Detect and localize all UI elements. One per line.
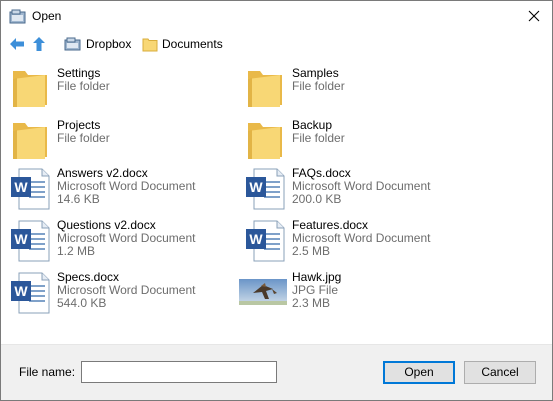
word-document-icon: W bbox=[9, 165, 53, 213]
item-size: 14.6 KB bbox=[57, 192, 100, 206]
dropbox-location-icon bbox=[64, 37, 81, 51]
close-icon[interactable] bbox=[524, 6, 544, 26]
list-item[interactable]: Hawk.jpg JPG File 2.3 MB bbox=[239, 269, 469, 319]
list-item[interactable]: W Answers v2.docx Microsoft Word Documen… bbox=[9, 165, 239, 215]
list-item[interactable]: Projects File folder bbox=[9, 117, 239, 167]
item-size: 544.0 KB bbox=[57, 296, 107, 310]
item-size: 2.3 MB bbox=[292, 296, 331, 310]
list-item[interactable]: W Specs.docx Microsoft Word Document 544… bbox=[9, 269, 239, 319]
breadcrumb-item-dropbox[interactable]: Dropbox bbox=[64, 35, 131, 53]
folder-icon bbox=[244, 65, 288, 113]
item-type: File folder bbox=[292, 79, 345, 93]
breadcrumb: Dropbox Documents bbox=[1, 33, 552, 55]
list-item[interactable]: Backup File folder bbox=[244, 117, 474, 167]
svg-text:W: W bbox=[249, 231, 263, 247]
word-document-icon: W bbox=[9, 269, 53, 317]
cancel-button[interactable]: Cancel bbox=[464, 361, 536, 384]
svg-text:W: W bbox=[14, 179, 28, 195]
item-type: File folder bbox=[57, 131, 110, 145]
folder-icon bbox=[9, 117, 53, 165]
list-item[interactable]: W FAQs.docx Microsoft Word Document 200.… bbox=[244, 165, 474, 215]
word-document-icon: W bbox=[244, 217, 288, 265]
breadcrumb-label: Dropbox bbox=[86, 37, 132, 51]
svg-text:W: W bbox=[14, 231, 28, 247]
item-type: File folder bbox=[57, 79, 110, 93]
svg-text:W: W bbox=[14, 283, 28, 299]
svg-text:W: W bbox=[249, 179, 263, 195]
image-thumbnail-icon bbox=[239, 269, 289, 317]
word-document-icon: W bbox=[9, 217, 53, 265]
breadcrumb-label: Documents bbox=[162, 37, 223, 51]
open-button[interactable]: Open bbox=[383, 361, 455, 384]
list-item[interactable]: W Questions v2.docx Microsoft Word Docum… bbox=[9, 217, 239, 267]
open-dialog: Open Dropbox Documents Settings File fol… bbox=[0, 0, 553, 401]
title-bar: Open bbox=[1, 1, 552, 31]
folder-icon bbox=[244, 117, 288, 165]
file-name-input[interactable] bbox=[81, 361, 277, 383]
file-name-label: File name: bbox=[19, 365, 76, 379]
item-type: File folder bbox=[292, 131, 345, 145]
list-item[interactable]: W Features.docx Microsoft Word Document … bbox=[244, 217, 474, 267]
item-size: 2.5 MB bbox=[292, 244, 331, 258]
up-arrow-icon[interactable] bbox=[32, 36, 46, 55]
folder-icon bbox=[9, 65, 53, 113]
dialog-app-icon bbox=[9, 9, 27, 28]
back-arrow-icon[interactable] bbox=[9, 37, 25, 54]
word-document-icon: W bbox=[244, 165, 288, 213]
breadcrumb-item-documents[interactable]: Documents bbox=[142, 35, 223, 53]
list-item[interactable]: Samples File folder bbox=[244, 65, 474, 115]
item-size: 1.2 MB bbox=[57, 244, 96, 258]
item-size: 200.0 KB bbox=[292, 192, 342, 206]
dialog-footer: File name: Open Cancel bbox=[1, 344, 552, 400]
window-title: Open bbox=[32, 9, 62, 23]
list-item[interactable]: Settings File folder bbox=[9, 65, 239, 115]
folder-icon bbox=[142, 38, 158, 52]
